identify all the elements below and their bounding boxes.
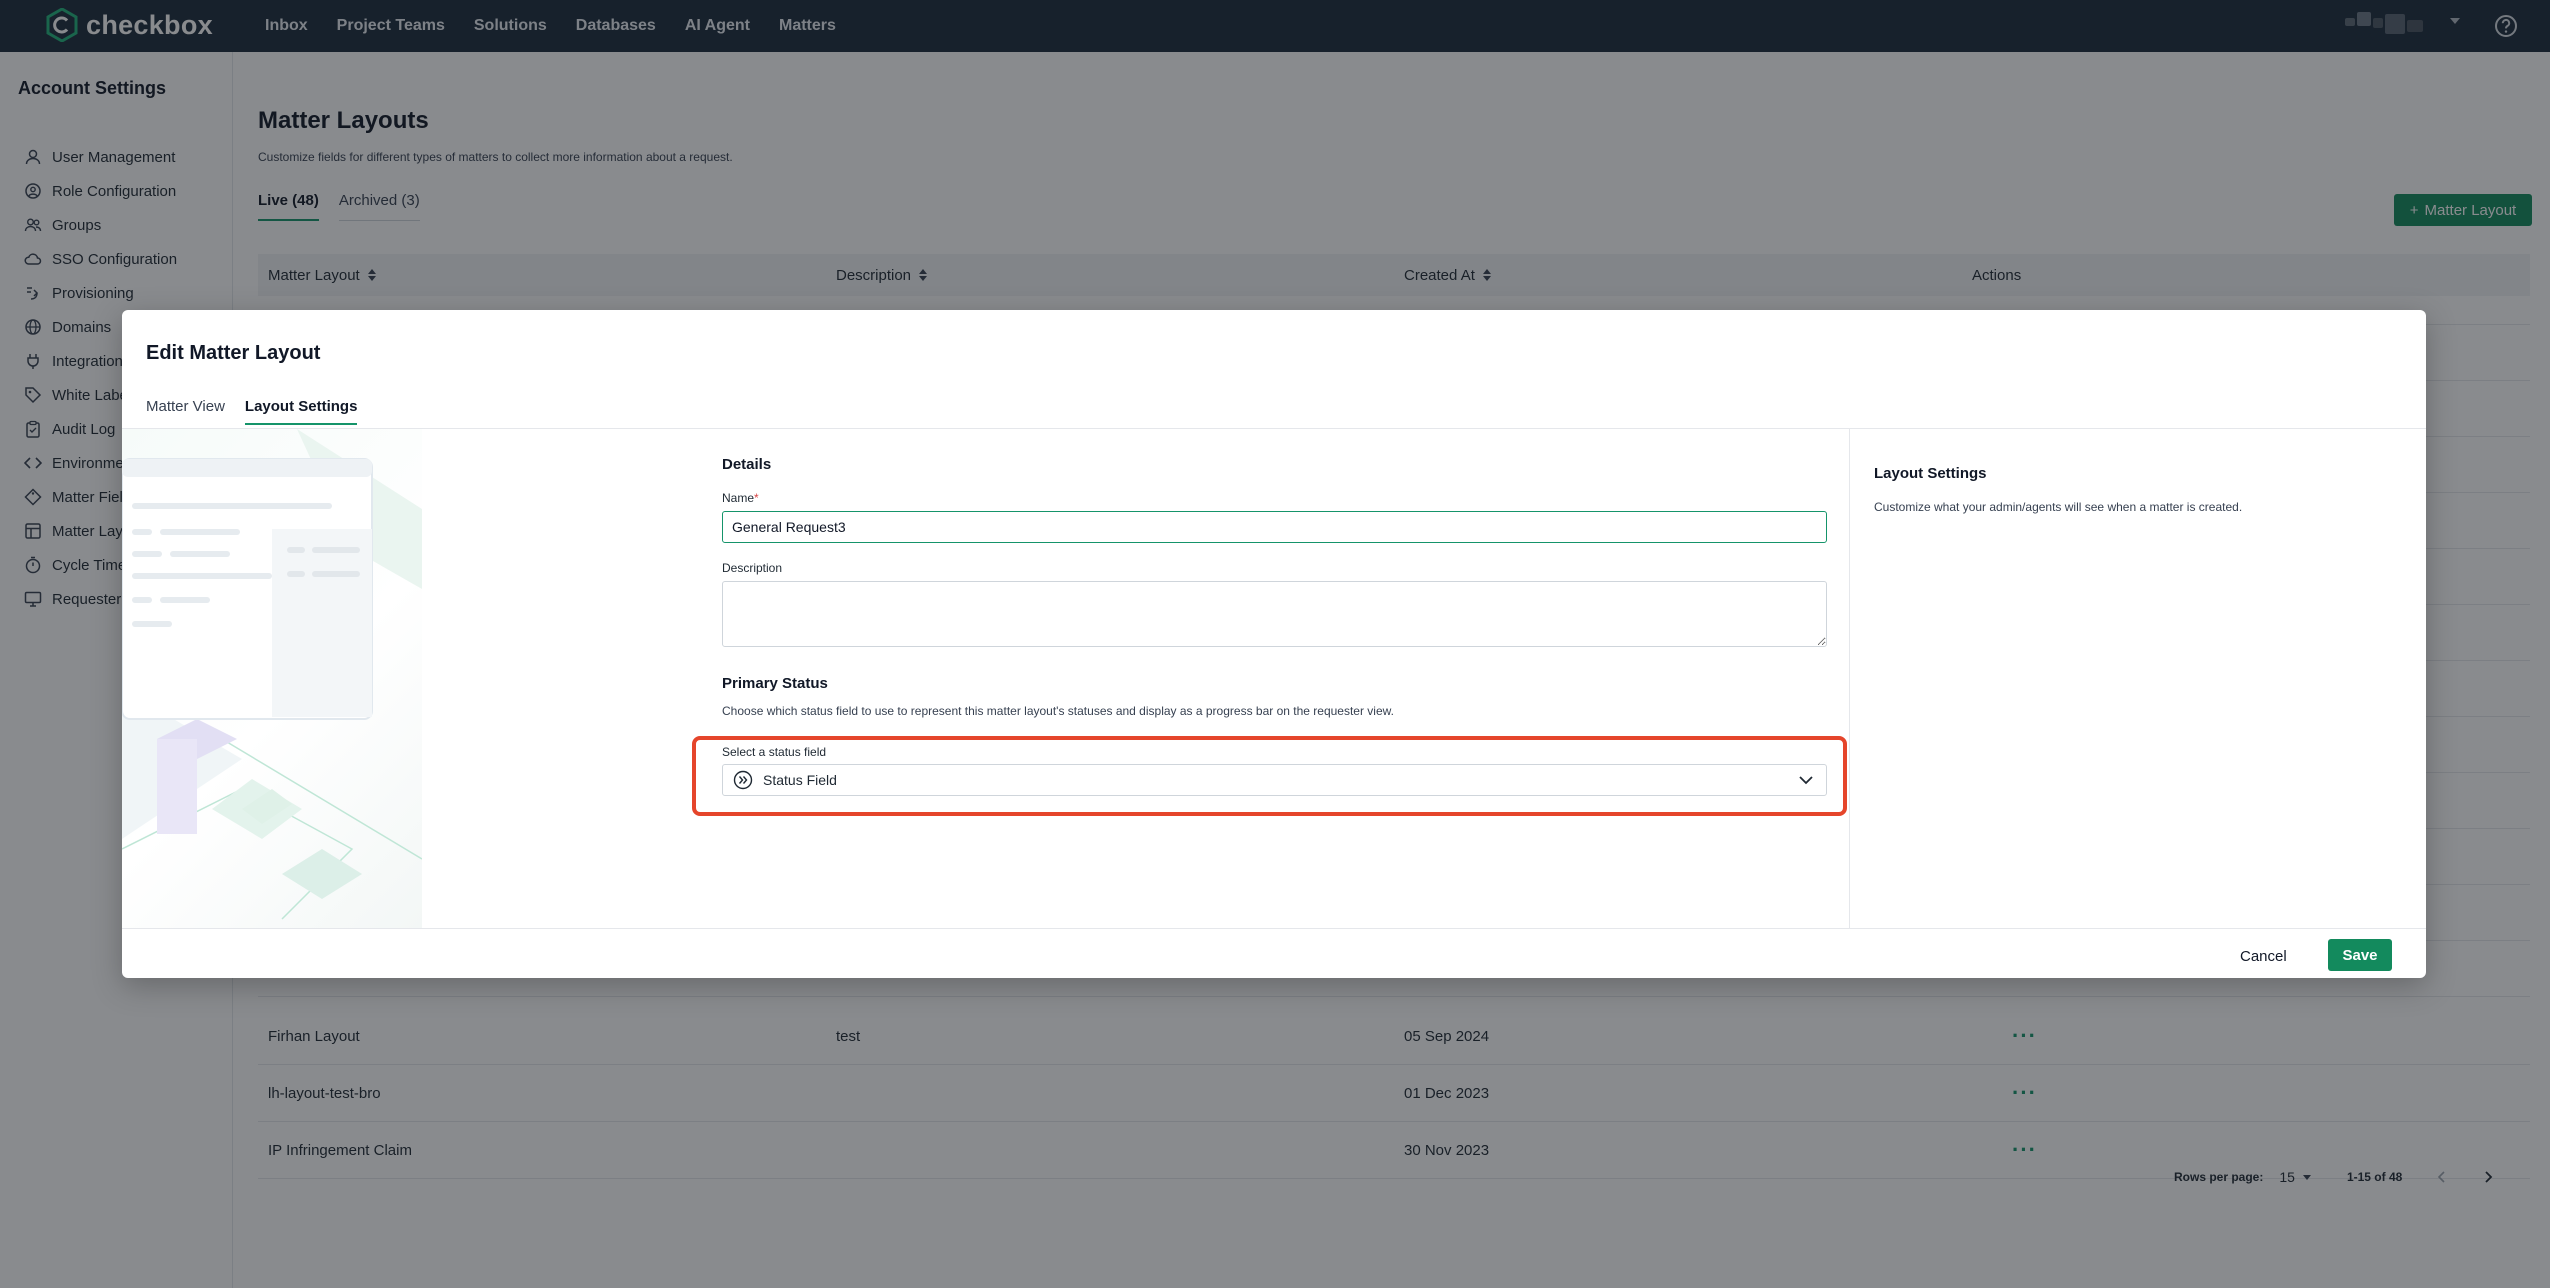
- required-indicator: *: [754, 491, 759, 505]
- layout-illustration: [122, 429, 422, 928]
- name-field-label: Name*: [722, 491, 759, 505]
- description-field-label: Description: [722, 561, 783, 575]
- primary-status-section-title: Primary Status: [722, 675, 828, 692]
- divider: [122, 428, 2426, 429]
- primary-status-helper-text: Choose which status field to use to repr…: [722, 704, 1394, 718]
- info-panel-subtitle: Customize what your admin/agents will se…: [1874, 500, 2243, 514]
- name-label-text: Name: [722, 491, 755, 505]
- divider: [122, 928, 2426, 929]
- modal-tabs: Matter View Layout Settings: [146, 398, 358, 425]
- save-button[interactable]: Save: [2328, 939, 2392, 971]
- tab-layout-settings[interactable]: Layout Settings: [244, 398, 358, 425]
- highlight-annotation: [692, 736, 1847, 816]
- description-textarea[interactable]: [722, 581, 1827, 647]
- info-panel-title: Layout Settings: [1874, 465, 1987, 482]
- name-input[interactable]: [722, 511, 1827, 543]
- details-section-title: Details: [722, 456, 772, 473]
- illustration-graphic: [122, 429, 422, 920]
- tab-matter-view[interactable]: Matter View: [146, 398, 225, 425]
- edit-matter-layout-modal: Edit Matter Layout Matter View Layout Se…: [122, 310, 2426, 978]
- modal-title: Edit Matter Layout: [146, 342, 321, 364]
- cancel-button[interactable]: Cancel: [2240, 941, 2287, 971]
- divider: [1849, 428, 1850, 928]
